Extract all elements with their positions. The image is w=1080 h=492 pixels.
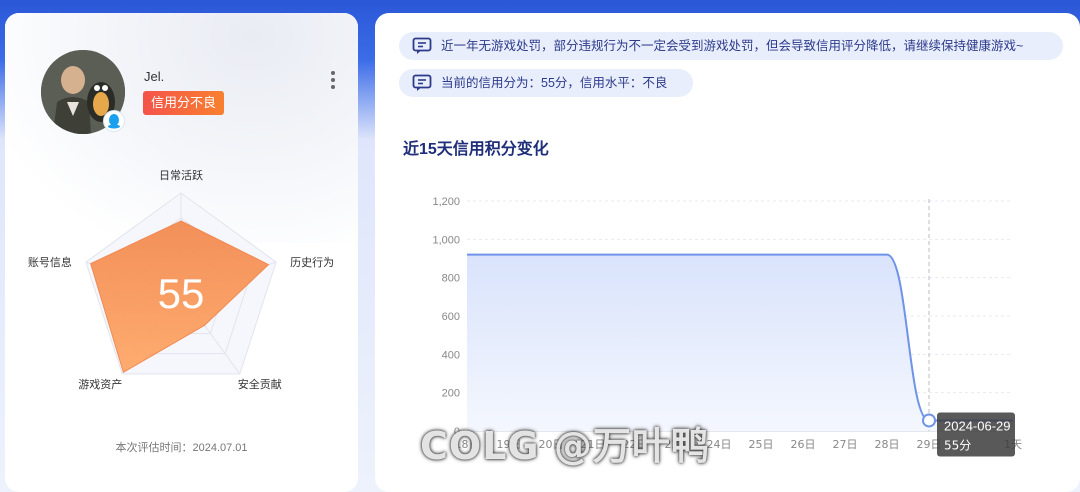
chart-tooltip: 2024-06-29 55分 bbox=[937, 412, 1015, 457]
radar-axis-label: 游戏资产 bbox=[78, 377, 122, 391]
tooltip-date: 2024-06-29 bbox=[944, 418, 1011, 433]
qq-icon bbox=[103, 110, 125, 132]
message-icon bbox=[412, 37, 432, 54]
x-tick-label: 24日 bbox=[707, 438, 732, 451]
radar-axis-label: 日常活跃 bbox=[159, 168, 203, 182]
notice-text: 当前的信用分为：55分，信用水平：不良 bbox=[441, 76, 668, 90]
credit-radar-chart: 55 日常活跃历史行为安全贡献 游戏资产 账号信息 bbox=[28, 168, 334, 391]
y-tick-label: 200 bbox=[442, 388, 460, 400]
radar-score: 55 bbox=[158, 270, 205, 317]
notice-current-score: 当前的信用分为：55分，信用水平：不良 bbox=[399, 69, 693, 97]
watermark: COLG @万叶鸭 bbox=[420, 424, 710, 468]
message-icon bbox=[412, 74, 432, 91]
x-tick-label: 27日 bbox=[833, 438, 858, 451]
credit-status-badge: 信用分不良 bbox=[143, 91, 225, 115]
y-tick-label: 1,000 bbox=[432, 234, 460, 246]
data-point-highlight bbox=[922, 413, 936, 428]
x-tick-label: 26日 bbox=[791, 438, 816, 451]
y-tick-label: 400 bbox=[442, 349, 460, 361]
y-tick-label: 600 bbox=[442, 311, 460, 323]
radar-axis-label: 账号信息 bbox=[28, 255, 72, 269]
area-fill bbox=[467, 254, 1013, 431]
more-options-button[interactable] bbox=[325, 69, 341, 91]
tooltip-value: 55分 bbox=[944, 438, 971, 452]
radar-axis-label: 安全贡献 bbox=[238, 377, 282, 391]
y-tick-label: 800 bbox=[442, 273, 460, 285]
notice-text: 近一年无游戏处罚，部分违规行为不一定会受到游戏处罚，但会导致信用评分降低，请继续… bbox=[441, 39, 1024, 53]
x-tick-label: 25日 bbox=[749, 438, 774, 451]
chart-title: 近15天信用积分变化 bbox=[403, 141, 549, 158]
radar-axis-label: 历史行为 bbox=[290, 256, 334, 269]
notice-no-penalty: 近一年无游戏处罚，部分违规行为不一定会受到游戏处罚，但会导致信用评分降低，请继续… bbox=[399, 32, 1063, 60]
profile-card: Jel. 信用分不良 55 日常活跃历史行为安全贡献 游戏资产 账号信息 本次评估时间… bbox=[5, 13, 358, 492]
username: Jel. bbox=[144, 69, 165, 84]
evaluation-time: 本次评估时间：2024.07.01 bbox=[115, 442, 248, 454]
x-tick-label: 28日 bbox=[875, 438, 900, 451]
y-tick-label: 1,200 bbox=[432, 196, 460, 208]
more-vertical-icon bbox=[331, 71, 335, 89]
